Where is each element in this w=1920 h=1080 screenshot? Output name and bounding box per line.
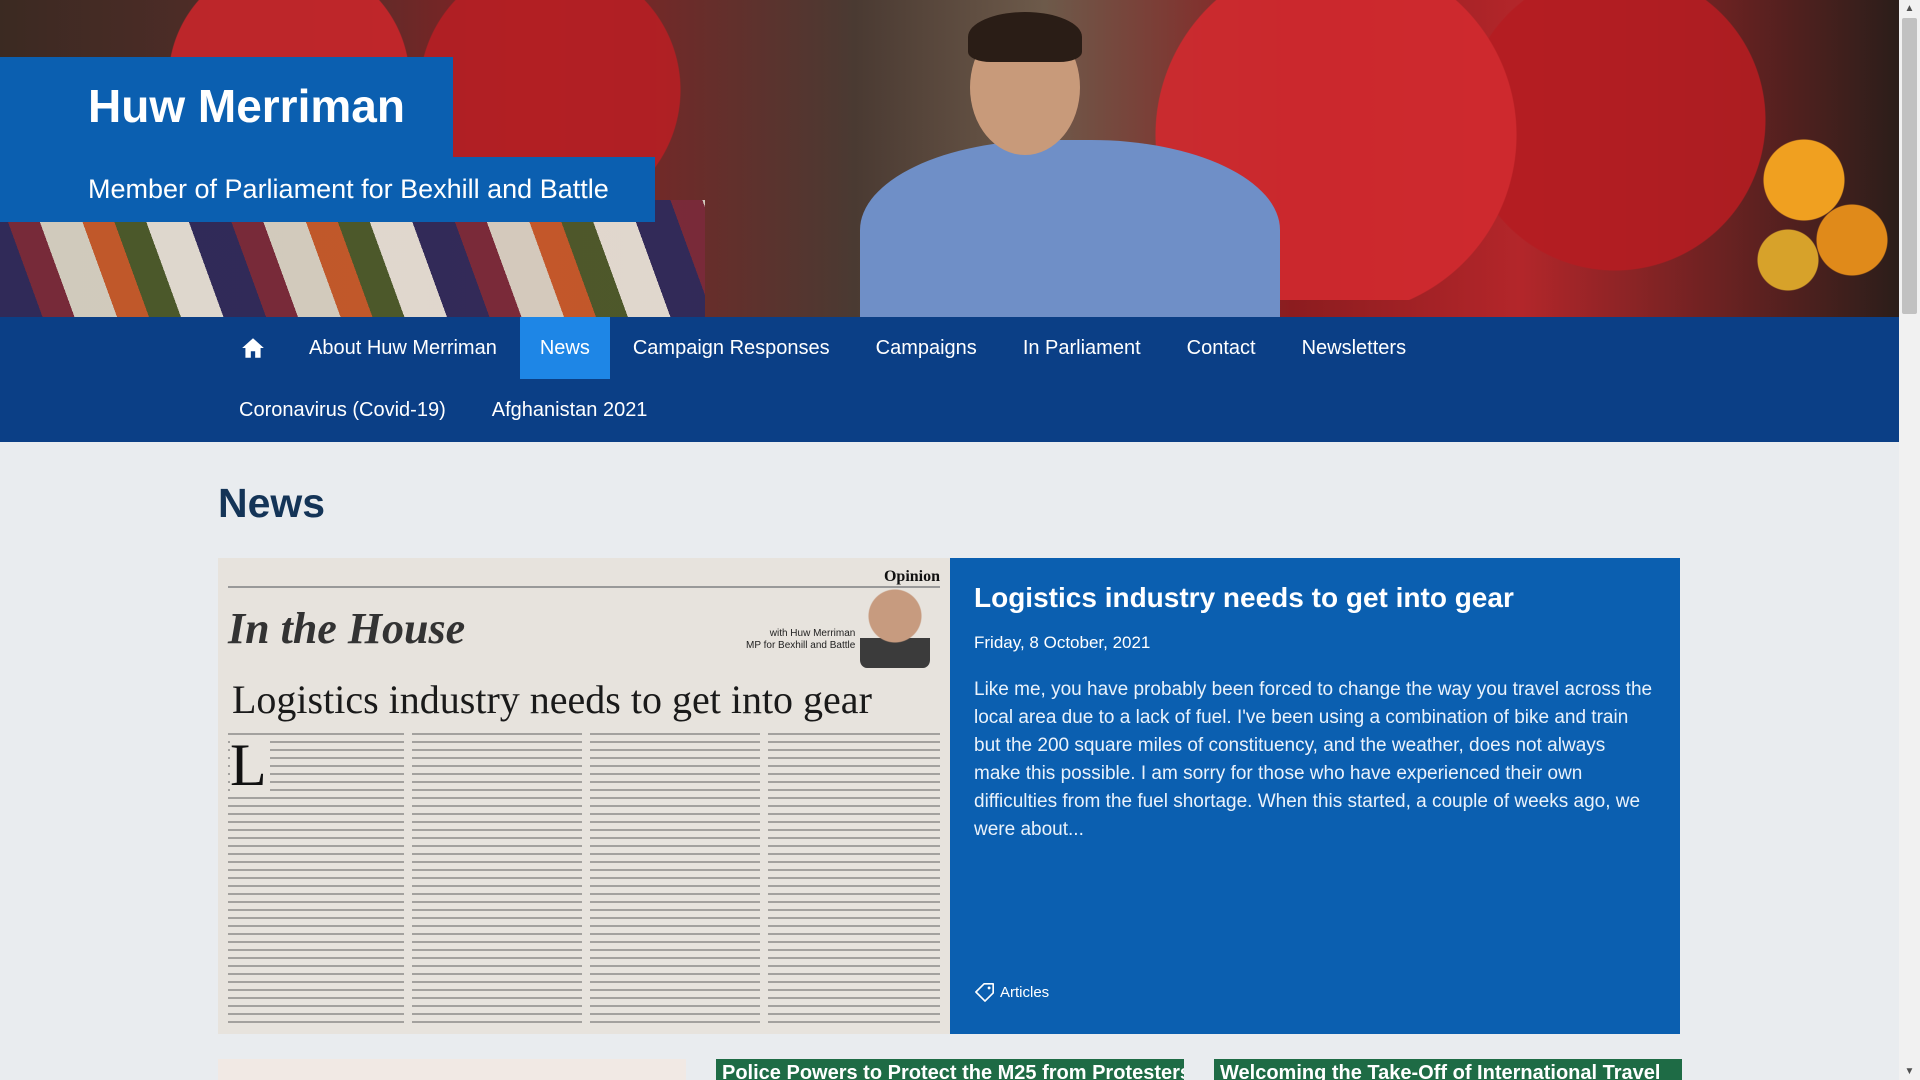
nav-item-in-parliament[interactable]: In Parliament — [1000, 317, 1164, 379]
clip-column-gap — [582, 733, 590, 1023]
nav-item-afghanistan[interactable]: Afghanistan 2021 — [469, 379, 671, 441]
nav-row-1: About Huw Merriman News Campaign Respons… — [219, 317, 1429, 379]
nav-home[interactable] — [219, 317, 286, 379]
site-title: Huw Merriman — [88, 80, 405, 132]
news-card[interactable]: Welcoming the Take-Off of International … — [1214, 1059, 1682, 1080]
news-card[interactable]: Police Powers to Protect the M25 from Pr… — [716, 1059, 1184, 1080]
flowers-graphic — [1740, 100, 1899, 300]
featured-article-excerpt: Like me, you have probably been forced t… — [974, 679, 1653, 840]
site-subtitle: Member of Parliament for Bexhill and Bat… — [88, 174, 609, 204]
clip-column-gap — [760, 733, 768, 1023]
featured-article-date: Friday, 8 October, 2021 — [974, 633, 1151, 652]
tag-icon — [975, 983, 995, 1002]
scroll-up-icon[interactable]: ▲ — [1899, 0, 1920, 17]
page-title: News — [218, 480, 326, 526]
news-card[interactable] — [218, 1059, 686, 1080]
clip-dropcap: L — [230, 735, 270, 795]
home-icon — [241, 338, 264, 358]
clip-column-name: In the House — [228, 604, 466, 653]
featured-article-image[interactable]: Opinion In the House with Huw Merriman M… — [218, 558, 950, 1034]
featured-article-title[interactable]: Logistics industry needs to get into gea… — [974, 582, 1514, 614]
nav-item-about[interactable]: About Huw Merriman — [286, 317, 520, 379]
site-title-link[interactable]: Huw Merriman — [0, 57, 453, 157]
clip-headline: Logistics industry needs to get into gea… — [232, 677, 872, 722]
nav-item-coronavirus[interactable]: Coronavirus (Covid-19) — [219, 379, 469, 441]
nav-row-2: Coronavirus (Covid-19) Afghanistan 2021 — [219, 379, 670, 441]
tag-label: Articles — [1000, 983, 1050, 1001]
main-navigation: About Huw Merriman News Campaign Respons… — [0, 317, 1899, 442]
news-card-title: Police Powers to Protect the M25 from Pr… — [722, 1062, 1184, 1080]
nav-item-contact[interactable]: Contact — [1164, 317, 1279, 379]
clip-section-label: Opinion — [883, 568, 940, 585]
clip-author-photo — [860, 588, 930, 668]
scroll-down-icon[interactable]: ▼ — [1899, 1063, 1920, 1080]
mp-portrait-graphic — [860, 12, 1280, 317]
clip-divider — [228, 586, 940, 588]
scrollbar-thumb[interactable] — [1902, 18, 1917, 314]
nav-item-campaign-responses[interactable]: Campaign Responses — [610, 317, 853, 379]
featured-article-tag[interactable]: Articles — [974, 982, 1049, 1002]
nav-item-campaigns[interactable]: Campaigns — [853, 317, 1000, 379]
featured-article[interactable]: Opinion In the House with Huw Merriman M… — [218, 558, 1680, 1034]
clip-column-gap — [404, 733, 412, 1023]
clip-byline-line-1: with Huw Merriman — [769, 628, 856, 639]
clip-byline: with Huw Merriman MP for Bexhill and Bat… — [746, 628, 855, 652]
clip-byline-line-2: MP for Bexhill and Battle — [746, 640, 856, 651]
page-scrollbar[interactable]: ▲ ▼ — [1899, 0, 1920, 1080]
news-card-title: Welcoming the Take-Off of International … — [1220, 1062, 1661, 1080]
featured-article-body: Logistics industry needs to get into gea… — [974, 558, 1664, 1034]
nav-item-newsletters[interactable]: Newsletters — [1279, 317, 1429, 379]
site-subtitle-box: Member of Parliament for Bexhill and Bat… — [0, 157, 655, 222]
nav-item-news[interactable]: News — [519, 317, 610, 379]
